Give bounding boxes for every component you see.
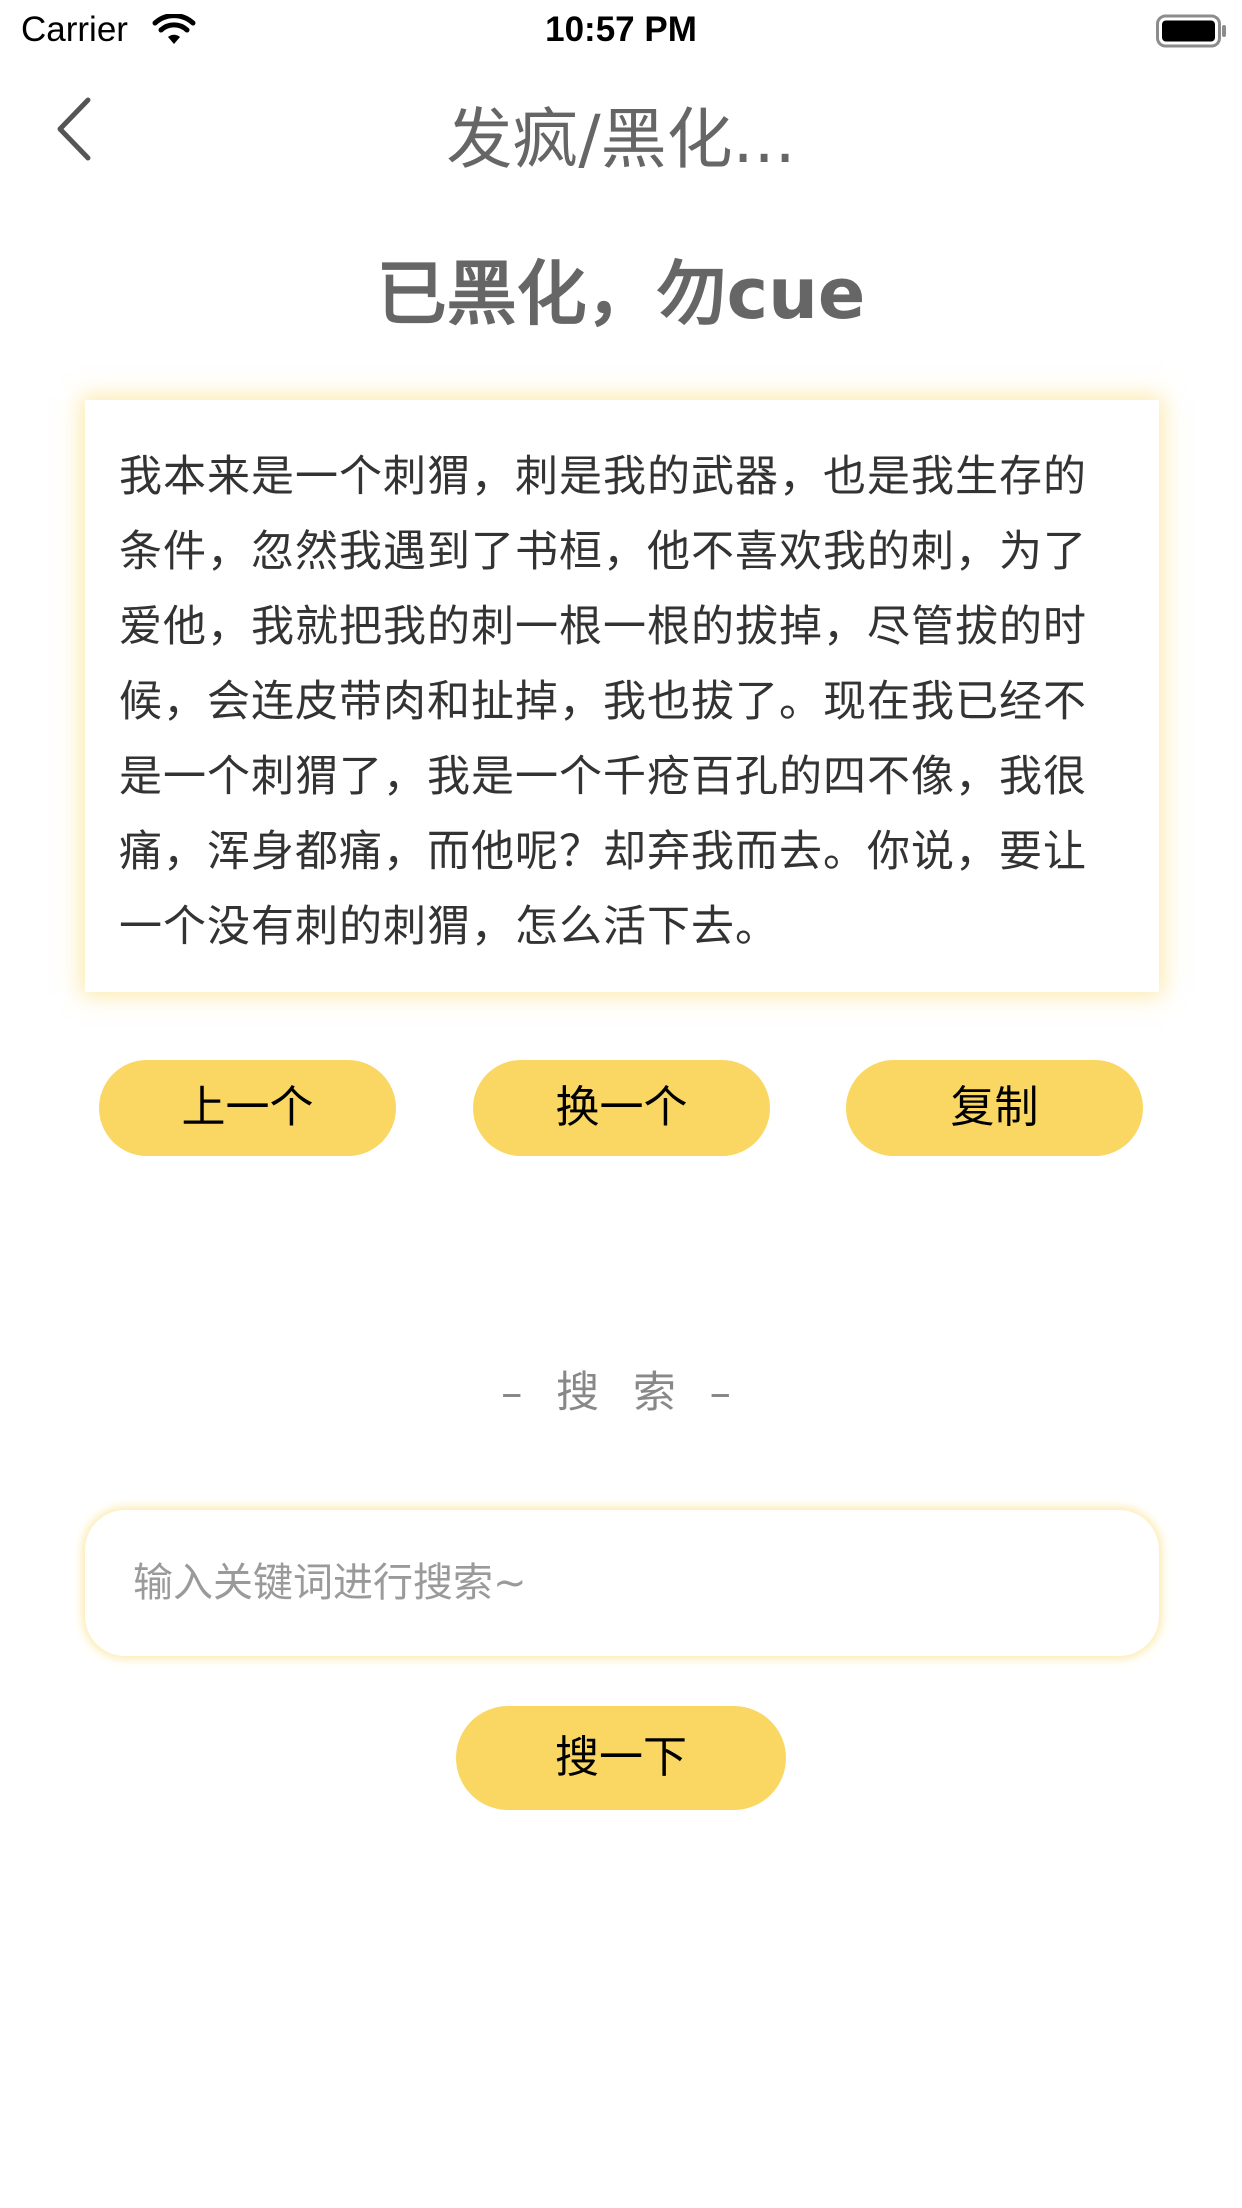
status-time: 10:57 PM [545, 10, 697, 49]
search-section-title: – 搜 索 – [500, 1368, 741, 1418]
quote-card: 我本来是一个刺猬，刺是我的武器，也是我生存的条件，忽然我遇到了书桓，他不喜欢我的… [85, 400, 1159, 992]
search-button[interactable]: 搜一下 [456, 1706, 786, 1810]
battery-icon [1156, 14, 1226, 48]
status-bar: Carrier 10:57 PM [0, 0, 1242, 60]
screen: Carrier 10:57 PM 发疯/黑化... 已黑化，勿cue 我本来是一… [0, 0, 1242, 2208]
prev-button[interactable]: 上一个 [99, 1060, 396, 1156]
next-button[interactable]: 换一个 [473, 1060, 770, 1156]
quote-text: 我本来是一个刺猬，刺是我的武器，也是我生存的条件，忽然我遇到了书桓，他不喜欢我的… [119, 452, 1087, 952]
chevron-left-icon[interactable] [50, 94, 100, 164]
page-heading: 已黑化，勿cue [376, 253, 866, 335]
search-input[interactable] [85, 1510, 1159, 1656]
nav-title: 发疯/黑化... [446, 101, 796, 178]
copy-button[interactable]: 复制 [846, 1060, 1143, 1156]
